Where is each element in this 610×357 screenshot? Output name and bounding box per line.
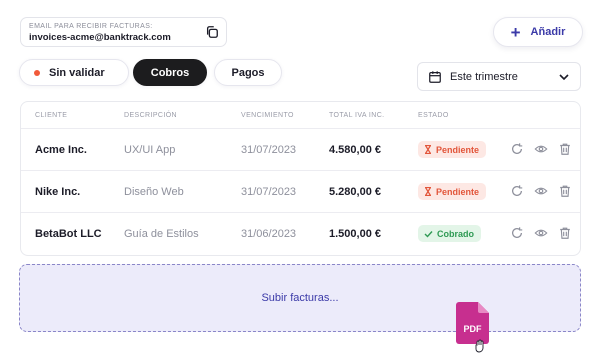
upload-dropzone-label: Subir facturas... xyxy=(261,292,339,304)
eye-icon[interactable] xyxy=(534,142,548,156)
table-header: CLIENTE DESCRIPCIÓN VENCIMIENTO TOTAL IV… xyxy=(21,102,580,129)
billing-email-label: EMAIL PARA RECIBIR FACTURAS: xyxy=(29,23,153,30)
pdf-file-icon[interactable]: PDF xyxy=(456,302,489,344)
invoice-description: Guía de Estilos xyxy=(124,228,199,240)
client-name: Acme Inc. xyxy=(35,144,87,156)
trash-icon[interactable] xyxy=(558,184,572,198)
column-header-total: TOTAL IVA INC. xyxy=(329,112,385,119)
add-button[interactable]: + Añadir xyxy=(493,17,583,47)
tab-pagos[interactable]: Pagos xyxy=(214,59,282,86)
client-name: BetaBot LLC xyxy=(35,228,102,240)
eye-icon[interactable] xyxy=(534,184,548,198)
due-date: 31/06/2023 xyxy=(241,228,297,240)
pdf-file-label: PDF xyxy=(463,324,482,334)
calendar-icon xyxy=(429,70,441,83)
period-select[interactable]: Este trimestre xyxy=(417,62,581,91)
billing-email-field: EMAIL PARA RECIBIR FACTURAS: invoices-ac… xyxy=(20,17,227,47)
refresh-icon[interactable] xyxy=(510,226,524,240)
tab-cobros-label: Cobros xyxy=(150,66,190,79)
table-row[interactable]: BetaBot LLC Guía de Estilos 31/06/2023 1… xyxy=(21,213,580,255)
upload-dropzone[interactable]: Subir facturas... xyxy=(19,264,581,332)
status-badge: Pendiente xyxy=(418,183,487,200)
invoice-total: 1.500,00 € xyxy=(329,228,381,240)
column-header-descripcion: DESCRIPCIÓN xyxy=(124,112,178,119)
grab-cursor-icon xyxy=(475,339,484,353)
eye-icon[interactable] xyxy=(534,226,548,240)
invoice-total: 4.580,00 € xyxy=(329,144,381,156)
chevron-down-icon xyxy=(559,73,569,80)
status-label: Pendiente xyxy=(436,144,480,155)
invoice-description: Diseño Web xyxy=(124,186,184,198)
pdf-document-shape xyxy=(456,302,489,344)
billing-email-value: invoices-acme@banktrack.com xyxy=(29,32,171,43)
tab-cobros[interactable]: Cobros xyxy=(133,59,207,86)
invoice-description: UX/UI App xyxy=(124,144,176,156)
period-select-value: Este trimestre xyxy=(450,70,518,83)
due-date: 31/07/2023 xyxy=(241,144,297,156)
invoice-total: 5.280,00 € xyxy=(329,186,381,198)
status-label: Cobrado xyxy=(437,228,474,239)
column-header-estado: ESTADO xyxy=(418,112,449,119)
status-badge: Pendiente xyxy=(418,141,487,158)
column-header-cliente: CLIENTE xyxy=(35,112,68,119)
trash-icon[interactable] xyxy=(558,226,572,240)
add-button-label: Añadir xyxy=(530,26,566,38)
tab-pagos-label: Pagos xyxy=(231,66,265,79)
copy-icon[interactable] xyxy=(205,25,219,39)
trash-icon[interactable] xyxy=(558,142,572,156)
table-row[interactable]: Acme Inc. UX/UI App 31/07/2023 4.580,00 … xyxy=(21,129,580,171)
plus-icon: + xyxy=(510,22,521,42)
tab-sin-validar-label: Sin validar xyxy=(49,66,105,79)
refresh-icon[interactable] xyxy=(510,142,524,156)
client-name: Nike Inc. xyxy=(35,186,81,198)
unvalidated-indicator-dot xyxy=(34,69,40,76)
due-date: 31/07/2023 xyxy=(241,186,297,198)
status-label: Pendiente xyxy=(436,186,480,197)
status-badge: Cobrado xyxy=(418,225,481,242)
check-icon xyxy=(424,230,433,238)
column-header-vencimiento: VENCIMIENTO xyxy=(241,112,294,119)
table-row[interactable]: Nike Inc. Diseño Web 31/07/2023 5.280,00… xyxy=(21,171,580,213)
invoices-table: CLIENTE DESCRIPCIÓN VENCIMIENTO TOTAL IV… xyxy=(20,101,581,256)
hourglass-icon xyxy=(424,187,432,196)
refresh-icon[interactable] xyxy=(510,184,524,198)
tab-sin-validar[interactable]: Sin validar xyxy=(19,59,129,86)
hourglass-icon xyxy=(424,145,432,154)
